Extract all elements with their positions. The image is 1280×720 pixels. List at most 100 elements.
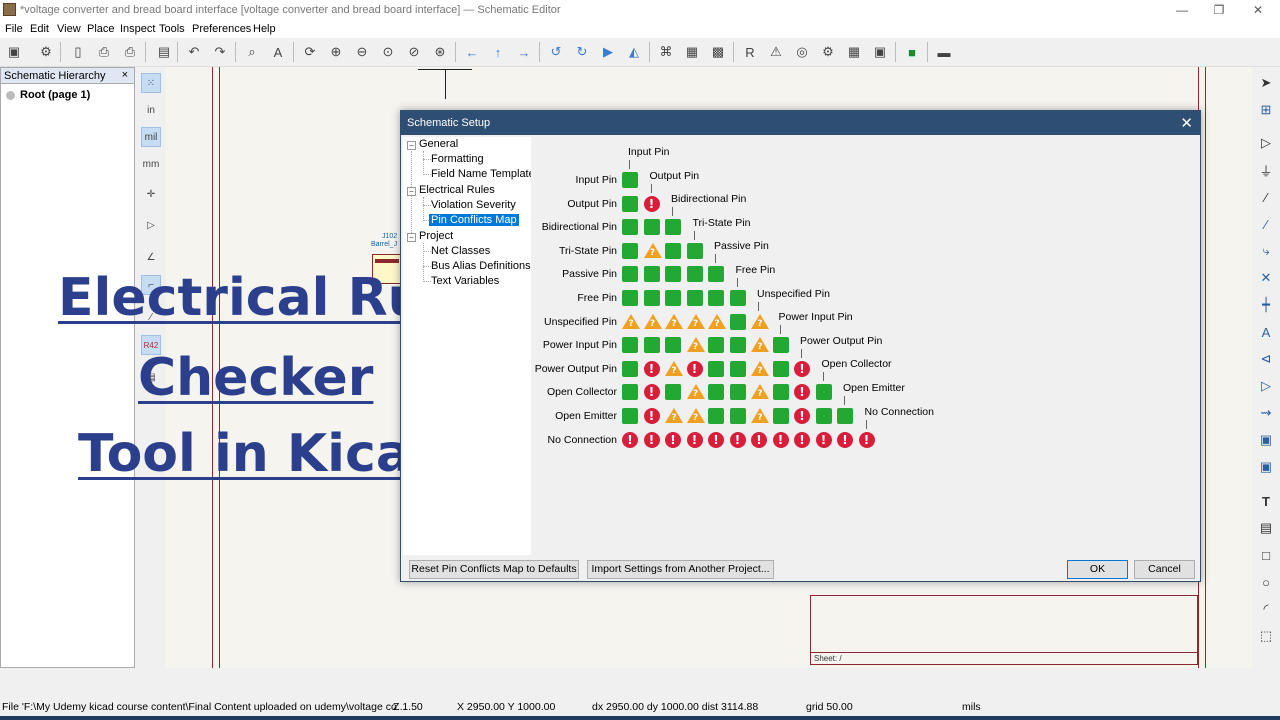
- menu-preferences[interactable]: Preferences: [192, 23, 251, 35]
- conflict-warning-icon[interactable]: ?: [622, 313, 640, 330]
- conflict-ok-icon[interactable]: [622, 172, 638, 188]
- no-connect-icon[interactable]: ✕: [1256, 268, 1276, 288]
- conflict-warning-icon[interactable]: ?: [751, 337, 769, 353]
- menu-edit[interactable]: Edit: [30, 23, 49, 35]
- conflict-ok-icon[interactable]: [772, 384, 789, 401]
- tree-formatting[interactable]: Formatting: [431, 153, 484, 165]
- conflict-warning-icon[interactable]: ?: [686, 337, 705, 353]
- conflict-ok-icon[interactable]: [772, 360, 789, 377]
- conflict-ok-icon[interactable]: [643, 219, 660, 236]
- reset-pin-conflicts-button[interactable]: Reset Pin Conflicts Map to Defaults: [409, 560, 579, 579]
- symbol-browser-icon[interactable]: ▦: [683, 43, 701, 61]
- conflict-ok-icon[interactable]: [729, 290, 746, 306]
- conflict-ok-icon[interactable]: [643, 290, 660, 306]
- annotate-icon[interactable]: R: [741, 43, 759, 61]
- footprint-editor-icon[interactable]: ▩: [709, 43, 727, 61]
- conflict-ok-icon[interactable]: [622, 242, 638, 259]
- zoom-in-icon[interactable]: ⊕: [327, 43, 345, 61]
- conflict-ok-icon[interactable]: [686, 266, 703, 283]
- save-icon[interactable]: ▣: [5, 43, 23, 61]
- conflict-ok-icon[interactable]: [815, 408, 832, 424]
- conflict-ok-icon[interactable]: [665, 242, 681, 259]
- add-image-icon[interactable]: ⬚: [1256, 626, 1276, 646]
- conflict-error-icon[interactable]: !: [751, 431, 767, 448]
- grid-toggle-icon[interactable]: ⁙: [141, 73, 161, 93]
- conflict-ok-icon[interactable]: [622, 266, 638, 283]
- tree-general[interactable]: General: [419, 138, 458, 150]
- conflict-ok-icon[interactable]: [729, 337, 746, 354]
- conflict-error-icon[interactable]: !: [665, 431, 681, 448]
- conflict-error-icon[interactable]: !: [794, 384, 810, 401]
- conflict-warning-icon[interactable]: ?: [751, 384, 769, 400]
- add-text-icon[interactable]: T: [1256, 491, 1276, 511]
- conflict-warning-icon[interactable]: ?: [686, 313, 705, 330]
- add-textbox-icon[interactable]: ▤: [1256, 518, 1276, 538]
- conflict-ok-icon[interactable]: [665, 290, 681, 306]
- tree-electrical-rules[interactable]: Electrical Rules: [419, 184, 495, 196]
- menu-inspect[interactable]: Inspect: [120, 23, 155, 35]
- conflict-ok-icon[interactable]: [772, 408, 789, 424]
- conflict-error-icon[interactable]: !: [686, 431, 703, 448]
- conflict-error-icon[interactable]: !: [794, 360, 810, 377]
- conflict-ok-icon[interactable]: [643, 266, 660, 283]
- conflict-ok-icon[interactable]: [708, 360, 724, 377]
- add-arc-icon[interactable]: ◜: [1256, 599, 1276, 619]
- conflict-warning-icon[interactable]: ?: [751, 313, 769, 330]
- conflict-warning-icon[interactable]: ?: [751, 360, 769, 377]
- navigate-up-icon[interactable]: ↑: [489, 43, 507, 61]
- cursor-style-icon[interactable]: ✛: [141, 184, 161, 204]
- tree-bus-alias-definitions[interactable]: Bus Alias Definitions: [431, 260, 531, 272]
- rotate-cw-icon[interactable]: ↻: [573, 43, 591, 61]
- conflict-ok-icon[interactable]: [772, 337, 789, 354]
- conflict-warning-icon[interactable]: ?: [686, 408, 705, 424]
- conflict-warning-icon[interactable]: ?: [665, 360, 683, 377]
- undo-icon[interactable]: ↶: [185, 43, 203, 61]
- conflict-ok-icon[interactable]: [643, 337, 660, 354]
- hierarchy-close-icon[interactable]: ×: [122, 69, 128, 81]
- mirror-v-icon[interactable]: ▶: [599, 43, 617, 61]
- conflict-error-icon[interactable]: !: [794, 431, 810, 448]
- tree-field-name-templates[interactable]: Field Name Templates: [431, 168, 540, 180]
- navigate-forward-icon[interactable]: →: [515, 43, 533, 61]
- import-settings-button[interactable]: Import Settings from Another Project...: [587, 560, 774, 579]
- page-settings-icon[interactable]: ▯: [69, 43, 87, 61]
- conflict-error-icon[interactable]: !: [815, 431, 832, 448]
- conflict-ok-icon[interactable]: [729, 313, 746, 330]
- assign-footprints-icon[interactable]: ⚙: [819, 43, 837, 61]
- add-bus-icon[interactable]: ∕: [1256, 214, 1276, 234]
- units-inch-button[interactable]: in: [141, 100, 161, 120]
- conflict-error-icon[interactable]: !: [729, 431, 746, 448]
- rotate-ccw-icon[interactable]: ↺: [547, 43, 565, 61]
- mirror-h-icon[interactable]: ◭: [625, 43, 643, 61]
- conflict-ok-icon[interactable]: [729, 408, 746, 424]
- conflict-ok-icon[interactable]: [708, 290, 724, 306]
- add-hier-label-icon[interactable]: ▷: [1256, 376, 1276, 396]
- conflict-warning-icon[interactable]: ?: [686, 384, 705, 400]
- hierarchy-root-item[interactable]: Root (page 1): [6, 89, 90, 101]
- refresh-icon[interactable]: ⟳: [301, 43, 319, 61]
- menu-help[interactable]: Help: [253, 23, 276, 35]
- print-icon[interactable]: ⎙: [95, 43, 113, 61]
- conflict-error-icon[interactable]: !: [772, 431, 789, 448]
- add-circle-icon[interactable]: ○: [1256, 572, 1276, 592]
- redo-icon[interactable]: ↷: [211, 43, 229, 61]
- wire-segment[interactable]: [445, 69, 446, 99]
- dialog-close-icon[interactable]: ✕: [1180, 114, 1193, 132]
- conflict-warning-icon[interactable]: ?: [708, 313, 726, 330]
- add-power-icon[interactable]: ⏚: [1256, 160, 1276, 180]
- conflict-ok-icon[interactable]: [665, 384, 681, 401]
- add-label-icon[interactable]: A: [1256, 322, 1276, 342]
- conflict-error-icon[interactable]: !: [794, 408, 810, 424]
- simulator-icon[interactable]: ◎: [793, 43, 811, 61]
- menu-tools[interactable]: Tools: [159, 23, 185, 35]
- line-mode-icon[interactable]: ∠: [141, 247, 161, 267]
- conflict-warning-icon[interactable]: ?: [643, 313, 662, 330]
- cancel-button[interactable]: Cancel: [1134, 560, 1195, 579]
- conflict-error-icon[interactable]: !: [643, 360, 660, 377]
- conflict-ok-icon[interactable]: [665, 219, 681, 236]
- add-symbol-icon[interactable]: ▷: [1256, 133, 1276, 153]
- tree-pin-conflicts-map[interactable]: Pin Conflicts Map: [429, 214, 519, 226]
- maximize-button[interactable]: ❐: [1207, 2, 1231, 19]
- conflict-ok-icon[interactable]: [622, 384, 638, 401]
- conflict-ok-icon[interactable]: [622, 337, 638, 354]
